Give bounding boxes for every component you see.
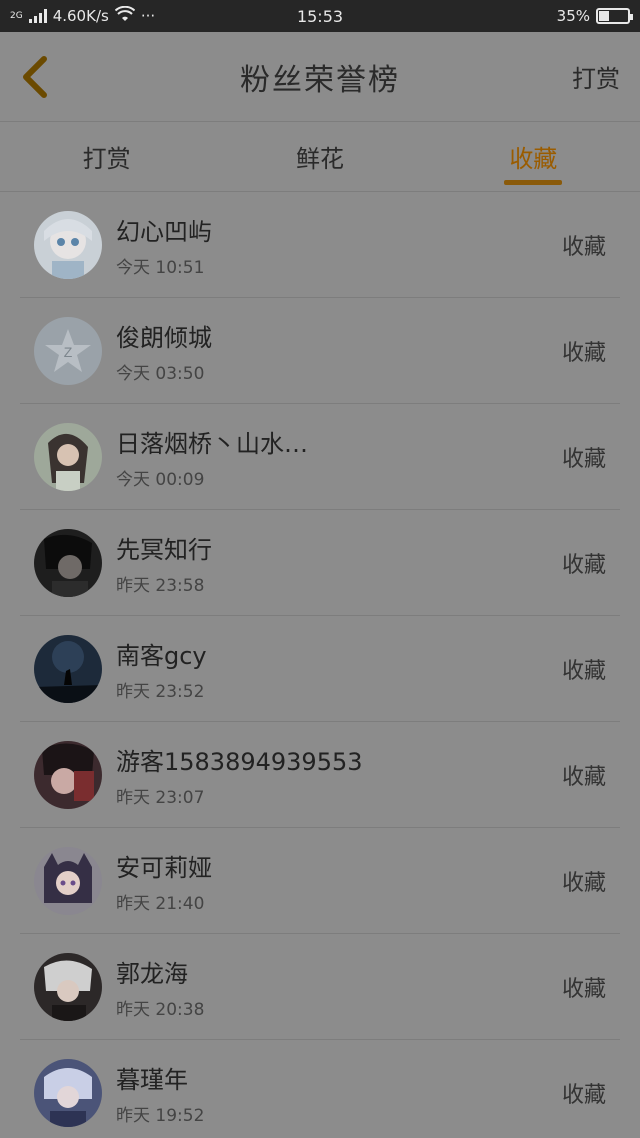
timestamp: 昨天 20:38 [116,999,205,1020]
tab-flowers[interactable]: 鲜花 [213,122,426,191]
user-name: 先冥知行 [116,535,212,564]
user-name: 郭龙海 [116,959,188,988]
back-button[interactable] [20,52,60,102]
user-name: 幻心凹屿 [116,217,212,246]
timestamp: 今天 00:09 [116,469,205,490]
list-item[interactable]: 幻心凹屿 今天 10:51 收藏 [20,192,620,298]
avatar: Z [34,316,102,385]
favorite-label: 收藏 [561,764,606,790]
status-left: 2G 4.60K/s ··· [10,5,156,26]
user-name: 日落烟桥丶山水… [116,429,308,458]
network-type: 2G [10,11,23,21]
favorite-label: 收藏 [561,658,606,684]
favorite-label: 收藏 [561,446,606,472]
user-name: 暮瑾年 [116,1065,188,1094]
favorite-label: 收藏 [561,870,606,896]
reward-header-button[interactable]: 打赏 [572,59,620,94]
list-item[interactable]: 日落烟桥丶山水… 今天 00:09 收藏 [20,404,620,510]
fan-list: 幻心凹屿 今天 10:51 收藏 Z 俊朗倾城 今天 03:50 收藏 日落烟桥… [0,192,640,1138]
list-item[interactable]: 先冥知行 昨天 23:58 收藏 [20,510,620,616]
svg-text:Z: Z [64,344,73,360]
avatar [34,1058,102,1127]
signal-icon [28,9,47,23]
avatar [34,422,102,491]
avatar [34,634,102,703]
battery-percent: 35% [556,7,590,25]
user-name: 游客1583894939553 [116,747,363,776]
timestamp: 昨天 23:07 [116,787,205,808]
chevron-left-icon [23,55,47,98]
avatar [34,952,102,1021]
status-bar: 2G 4.60K/s ··· 15:53 35% [0,0,640,32]
list-item[interactable]: 郭龙海 昨天 20:38 收藏 [20,934,620,1040]
favorite-label: 收藏 [561,234,606,260]
page-title: 粉丝荣誉榜 [240,62,400,98]
favorite-label: 收藏 [561,552,606,578]
avatar [34,528,102,597]
timestamp: 昨天 23:58 [116,575,205,596]
tab-favorites[interactable]: 收藏 [427,122,640,191]
list-item[interactable]: 安可莉娅 昨天 21:40 收藏 [20,828,620,934]
wifi-icon [114,5,135,26]
more-indicator: ··· [140,7,156,25]
user-name: 南客gcy [116,641,207,670]
avatar [34,210,102,279]
status-right: 35% [556,7,633,25]
tab-bar: 打赏 鲜花 收藏 [0,122,640,192]
list-item[interactable]: 南客gcy 昨天 23:52 收藏 [20,616,620,722]
tab-reward[interactable]: 打赏 [0,122,213,191]
avatar [34,740,102,809]
network-speed: 4.60K/s [52,7,109,25]
list-item[interactable]: 游客1583894939553 昨天 23:07 收藏 [20,722,620,828]
avatar [34,846,102,915]
timestamp: 昨天 23:52 [116,681,205,702]
favorite-label: 收藏 [561,976,606,1002]
favorite-label: 收藏 [561,1082,606,1108]
list-item[interactable]: Z 俊朗倾城 今天 03:50 收藏 [20,298,620,404]
favorite-label: 收藏 [561,340,606,366]
user-name: 俊朗倾城 [116,323,212,352]
timestamp: 昨天 19:52 [116,1105,205,1126]
timestamp: 今天 03:50 [116,363,205,384]
timestamp: 昨天 21:40 [116,893,205,914]
timestamp: 今天 10:51 [116,257,205,278]
user-name: 安可莉娅 [116,853,212,882]
list-item[interactable]: 暮瑾年 昨天 19:52 收藏 [20,1040,620,1138]
header: 粉丝荣誉榜 打赏 [0,32,640,122]
battery-icon [596,8,633,24]
